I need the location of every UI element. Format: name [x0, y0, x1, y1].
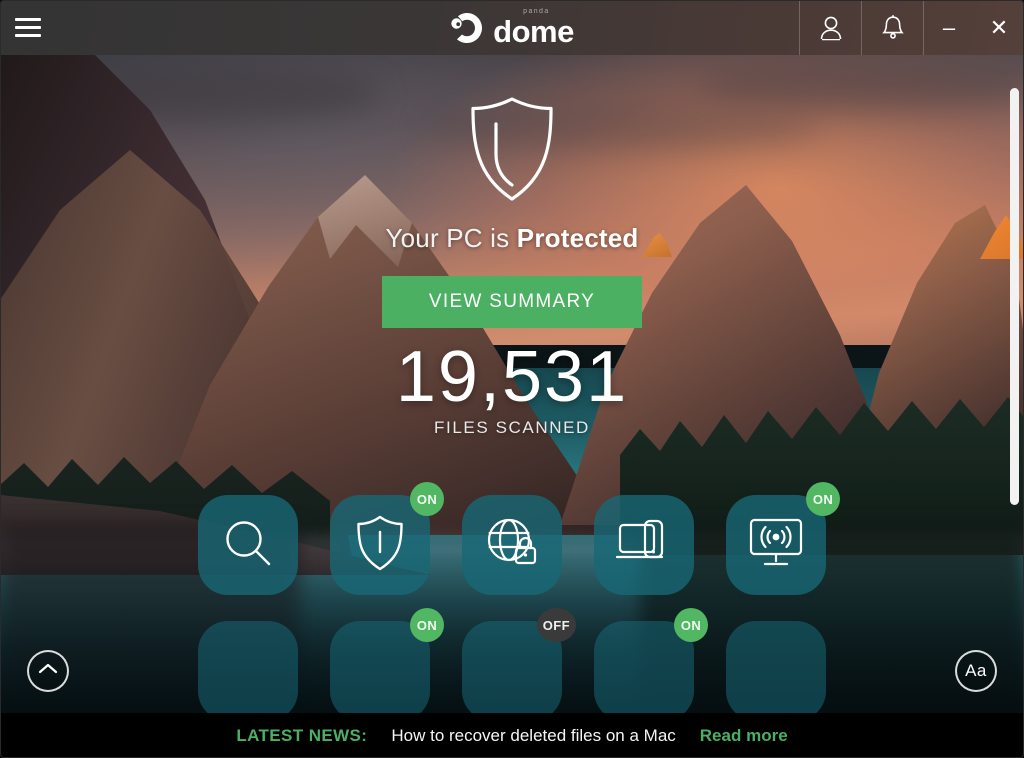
window-controls: – ✕ [923, 0, 1024, 55]
shield-protected-icon [467, 96, 557, 207]
files-scanned-count: 19,531 [395, 337, 629, 417]
hamburger-menu-icon[interactable] [0, 0, 56, 55]
scrollbar-thumb[interactable] [1010, 88, 1019, 505]
panda-logo-icon [450, 11, 484, 45]
chevron-up-icon [38, 662, 58, 680]
news-headline: How to recover deleted files on a Mac [391, 725, 676, 745]
logo-brand-text: panda [523, 8, 550, 15]
user-account-icon[interactable] [799, 0, 861, 55]
protection-status-text: Your PC is Protected [385, 223, 638, 254]
collapse-panel-button[interactable] [27, 650, 69, 692]
view-summary-button[interactable]: VIEW SUMMARY [382, 276, 642, 328]
logo-product-text: dome [493, 14, 574, 49]
font-size-label: Aa [965, 661, 987, 680]
panda-dome-window: panda dome – ✕ Your PC is Protected VIEW… [0, 0, 1024, 758]
news-read-more-link[interactable]: Read more [700, 726, 788, 746]
minimize-button[interactable]: – [924, 0, 974, 55]
status-prefix: Your PC is [385, 223, 517, 253]
bell-notification-icon[interactable] [861, 0, 923, 55]
font-size-button[interactable]: Aa [955, 650, 997, 692]
title-bar-actions: – ✕ [799, 0, 1024, 55]
news-label: LATEST NEWS: [236, 725, 368, 745]
title-bar: panda dome – ✕ [0, 0, 1024, 55]
files-scanned-label: FILES SCANNED [434, 417, 590, 437]
close-button[interactable]: ✕ [974, 0, 1024, 55]
main-content: Your PC is Protected VIEW SUMMARY 19,531… [0, 55, 1024, 758]
vertical-scrollbar[interactable] [1007, 60, 1021, 720]
status-state: Protected [516, 223, 639, 253]
latest-news-bar: LATEST NEWS: How to recover deleted file… [0, 713, 1024, 758]
